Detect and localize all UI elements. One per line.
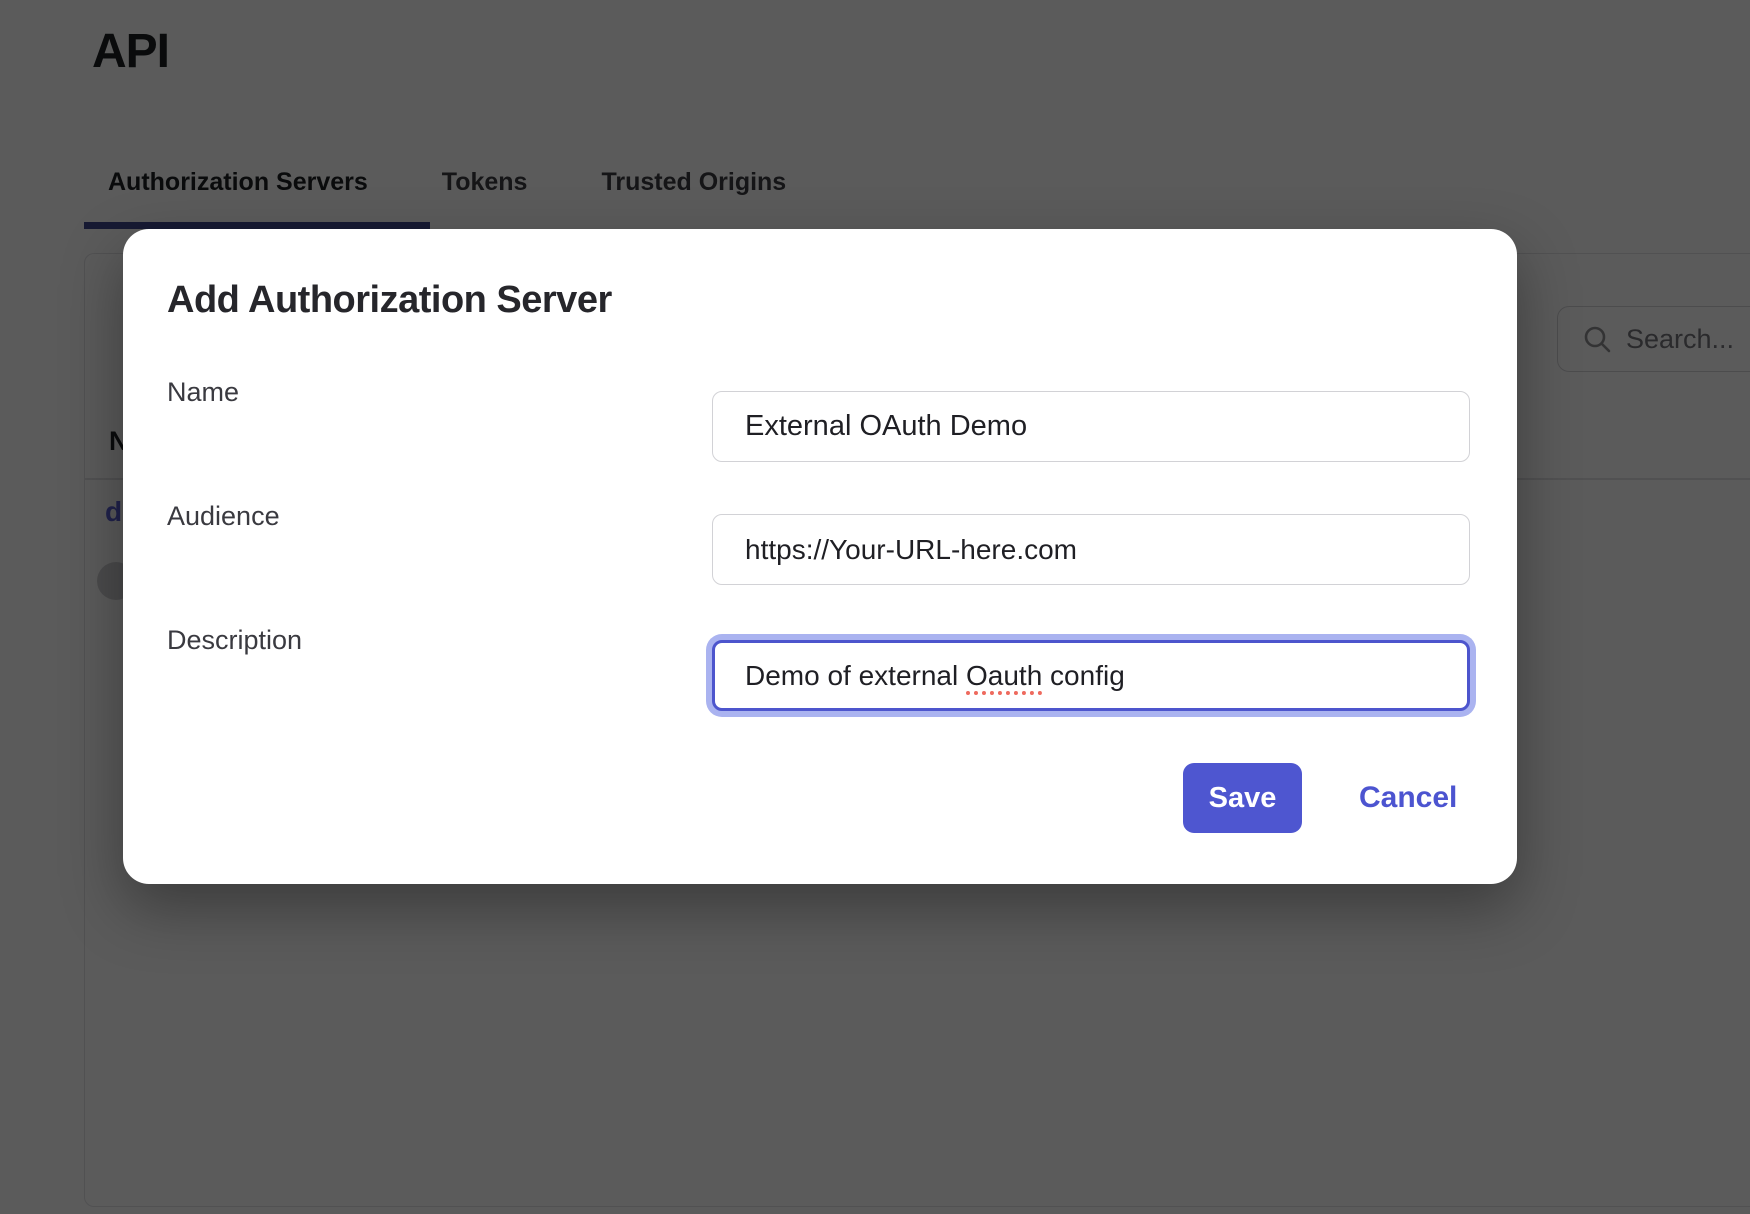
cancel-button[interactable]: Cancel	[1353, 763, 1463, 833]
screen: API Authorization Servers Tokens Trusted…	[0, 0, 1750, 1214]
misspelled-word: Oauth	[966, 660, 1042, 691]
audience-label: Audience	[167, 501, 280, 532]
save-button[interactable]: Save	[1183, 763, 1302, 833]
audience-field[interactable]: https://Your-URL-here.com	[712, 514, 1470, 585]
name-label: Name	[167, 377, 239, 408]
description-field-value: Demo of external Oauth config	[745, 660, 1125, 692]
add-authorization-server-modal: Add Authorization Server Name External O…	[123, 229, 1517, 884]
name-field-value: External OAuth Demo	[745, 410, 1027, 443]
description-label: Description	[167, 625, 302, 656]
audience-field-value: https://Your-URL-here.com	[745, 534, 1077, 566]
description-field[interactable]: Demo of external Oauth config	[712, 640, 1470, 711]
name-field[interactable]: External OAuth Demo	[712, 391, 1470, 462]
modal-title: Add Authorization Server	[167, 279, 612, 322]
